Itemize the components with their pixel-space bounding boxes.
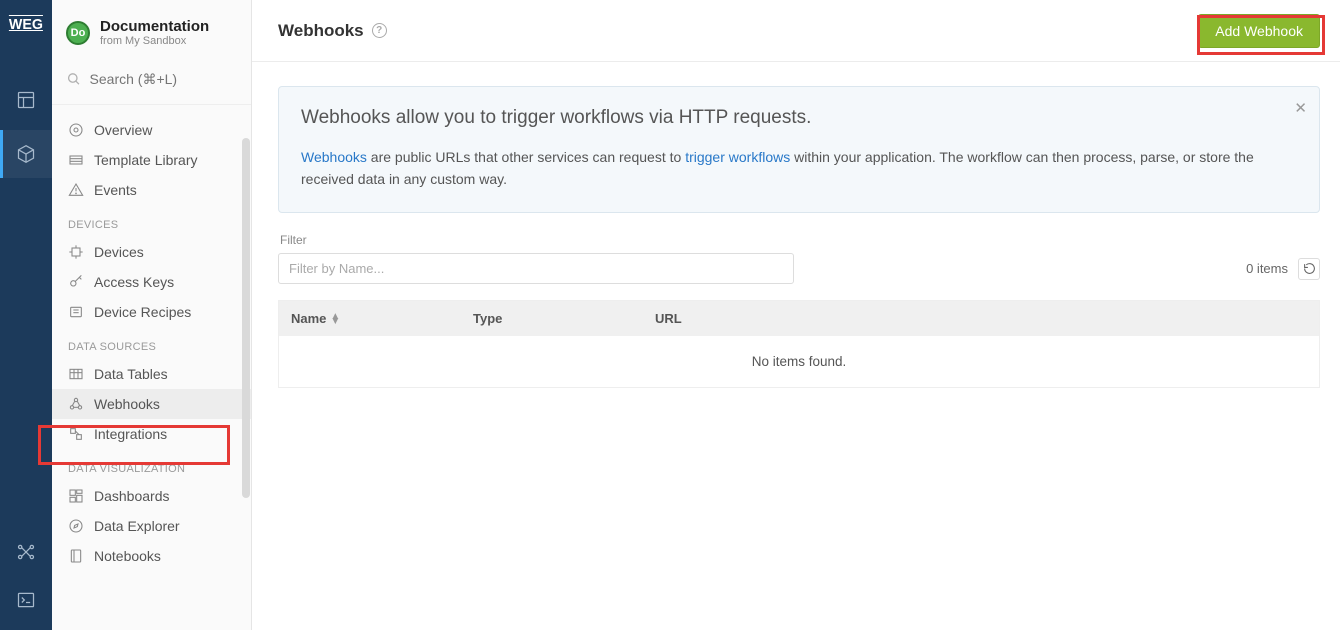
webhooks-table: Name ▲▼ Type URL No items found. [278,300,1320,388]
brand-logo: WEG [0,0,52,48]
dashboard-icon [68,488,84,504]
sidebar-item-label: Data Tables [94,366,168,382]
workspace-avatar: Do [66,21,90,45]
sidebar-header[interactable]: Do Documentation from My Sandbox [52,0,251,64]
sidebar-item-devices[interactable]: Devices [52,237,251,267]
info-heading: Webhooks allow you to trigger workflows … [301,107,1297,129]
filter-input[interactable] [278,253,794,284]
cube-icon [16,144,36,164]
sidebar-item-label: Events [94,182,137,198]
workspace-subtitle: from My Sandbox [100,35,209,48]
info-link-webhooks[interactable]: Webhooks [301,149,367,165]
help-icon[interactable]: ? [372,23,387,38]
page-title: Webhooks ? [278,21,387,41]
alert-icon [68,182,84,198]
topbar: Webhooks ? Add Webhook [252,0,1340,62]
webhook-icon [68,396,84,412]
add-webhook-button[interactable]: Add Webhook [1198,14,1320,48]
search-input[interactable] [90,71,237,87]
refresh-button[interactable] [1298,258,1320,280]
column-url[interactable]: URL [655,311,1307,326]
main-content: Webhooks ? Add Webhook ✕ Webhooks allow … [252,0,1340,630]
sidebar-item-label: Device Recipes [94,304,191,320]
sidebar-item-data-explorer[interactable]: Data Explorer [52,511,251,541]
rail-item-terminal[interactable] [0,576,52,624]
sort-icon: ▲▼ [330,314,340,324]
table-empty-message: No items found. [279,336,1319,387]
info-link-trigger-workflows[interactable]: trigger workflows [685,149,790,165]
refresh-icon [1303,262,1316,275]
sidebar-item-label: Webhooks [94,396,160,412]
sidebar-item-label: Template Library [94,152,198,168]
sidebar-item-webhooks[interactable]: Webhooks [52,389,251,419]
layout-icon [16,90,36,110]
template-icon [68,152,84,168]
sidebar-item-events[interactable]: Events [52,175,251,205]
icon-rail: WEG [0,0,52,630]
close-icon[interactable]: ✕ [1294,99,1307,117]
chip-icon [68,244,84,260]
sidebar-section-devices: DEVICES [52,205,251,237]
rail-item-cube[interactable] [0,130,52,178]
key-icon [68,274,84,290]
table-header: Name ▲▼ Type URL [279,301,1319,336]
sidebar-item-data-tables[interactable]: Data Tables [52,359,251,389]
sidebar-section-data-visualization: DATA VISUALIZATION [52,449,251,481]
integrations-icon [68,426,84,442]
items-count: 0 items [1246,258,1320,280]
sidebar-item-integrations[interactable]: Integrations [52,419,251,449]
sidebar-item-label: Access Keys [94,274,174,290]
sidebar-item-overview[interactable]: Overview [52,115,251,145]
recipe-icon [68,304,84,320]
sidebar-item-label: Dashboards [94,488,170,504]
sidebar-section-data-sources: DATA SOURCES [52,327,251,359]
sidebar-item-label: Overview [94,122,152,138]
sidebar-nav: Overview Template Library Events DEVICES… [52,105,251,591]
sidebar-item-template-library[interactable]: Template Library [52,145,251,175]
sidebar-item-dashboards[interactable]: Dashboards [52,481,251,511]
column-name[interactable]: Name ▲▼ [291,311,473,326]
sidebar-search [52,64,251,105]
sidebar: Do Documentation from My Sandbox Overvie… [52,0,252,630]
sidebar-item-label: Data Explorer [94,518,180,534]
workspace-title: Documentation [100,18,209,35]
rail-item-graph[interactable] [0,528,52,576]
sidebar-item-access-keys[interactable]: Access Keys [52,267,251,297]
sidebar-item-label: Notebooks [94,548,161,564]
sidebar-item-device-recipes[interactable]: Device Recipes [52,297,251,327]
sidebar-item-label: Devices [94,244,144,260]
sidebar-item-notebooks[interactable]: Notebooks [52,541,251,571]
graph-icon [16,542,36,562]
sidebar-scrollbar[interactable] [242,138,250,498]
terminal-icon [16,590,36,610]
filter-label: Filter [280,233,1320,247]
eye-icon [68,122,84,138]
sidebar-item-label: Integrations [94,426,167,442]
table-icon [68,366,84,382]
column-type[interactable]: Type [473,311,655,326]
notebook-icon [68,548,84,564]
info-banner: ✕ Webhooks allow you to trigger workflow… [278,86,1320,213]
info-body: Webhooks are public URLs that other serv… [301,147,1297,190]
search-icon [66,70,82,88]
compass-icon [68,518,84,534]
rail-item-dashboard[interactable] [0,76,52,124]
